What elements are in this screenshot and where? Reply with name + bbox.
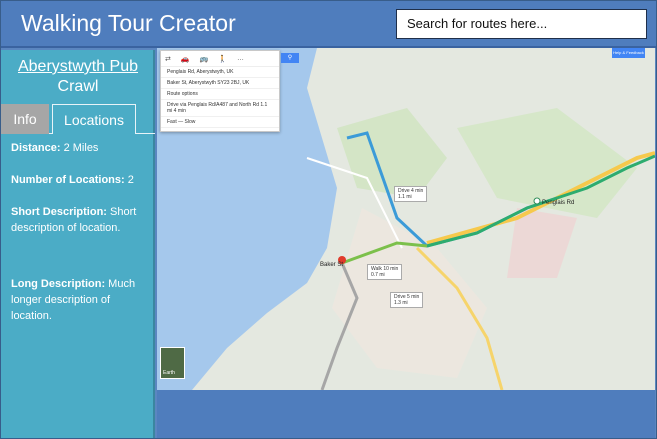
- long-description-row: Long Description: Much longer descriptio…: [11, 276, 149, 324]
- short-description-row: Short Description: Short description of …: [11, 204, 149, 236]
- destination-field[interactable]: Baker St, Aberystwyth SY23 2BJ, UK: [161, 78, 279, 89]
- route-sidebar: Aberystwyth Pub Crawl Info Locations Dis…: [1, 50, 155, 438]
- directions-search-button[interactable]: ⚲: [281, 53, 299, 63]
- route-details: Distance: 2 Miles Number of Locations: 2…: [11, 140, 149, 324]
- short-description-label: Short Description:: [11, 206, 107, 218]
- penglais-rd-label: Penglais Rd: [542, 200, 574, 206]
- search-icon: ⚲: [287, 55, 293, 61]
- num-locations-value: 2: [127, 174, 134, 186]
- drive-4min-callout: Drive 4 min 1.1 mi: [394, 186, 428, 202]
- num-locations-row: Number of Locations: 2: [11, 172, 149, 188]
- sidebar-tabs: Info Locations: [1, 104, 155, 134]
- walk-10min-dist: 0.7 mi: [371, 272, 385, 278]
- route-summary: Drive via Penglais Rd/A487 and North Rd …: [161, 100, 279, 117]
- earth-view-toggle[interactable]: Earth: [160, 347, 185, 379]
- car-icon[interactable]: 🚗: [181, 55, 190, 63]
- bus-icon[interactable]: 🚌: [200, 55, 209, 63]
- distance-label: Distance:: [11, 142, 61, 154]
- directions-panel: ⇄ 🚗 🚌 🚶 … Penglais Rd, Aberystwyth, UK B…: [160, 50, 280, 132]
- long-description-label: Long Description:: [11, 278, 106, 290]
- earth-label: Earth: [163, 370, 175, 376]
- directions-icon[interactable]: ⇄: [165, 55, 171, 63]
- route-options-link[interactable]: Route options: [161, 89, 279, 100]
- walk-10min-callout: Walk 10 min 0.7 mi: [367, 264, 403, 280]
- app-title: Walking Tour Creator: [21, 10, 236, 36]
- tab-locations[interactable]: Locations: [52, 104, 136, 134]
- distance-row: Distance: 2 Miles: [11, 140, 149, 156]
- distance-value: 2 Miles: [63, 142, 99, 154]
- help-feedback-button[interactable]: Help & Feedback: [612, 48, 645, 58]
- walk-icon[interactable]: 🚶: [218, 55, 227, 63]
- route-search-input[interactable]: Search for routes here...: [396, 9, 647, 39]
- baker-st-label: Baker St: [320, 262, 343, 268]
- app-header: Walking Tour Creator Search for routes h…: [1, 1, 656, 48]
- route-name-link[interactable]: Aberystwyth Pub: [1, 57, 155, 77]
- traffic-legend: Fast — Slow: [161, 117, 279, 128]
- drive-5min-dist: 1.3 mi: [394, 300, 408, 306]
- origin-marker[interactable]: [533, 197, 541, 205]
- route-time: 4 min: [173, 108, 186, 114]
- drive-5min-callout: Drive 5 min 1.3 mi: [390, 292, 424, 308]
- travel-modes: ⇄ 🚗 🚌 🚶 …: [161, 51, 279, 67]
- more-icon[interactable]: …: [237, 55, 244, 62]
- route-name-rest: Crawl: [57, 78, 99, 95]
- tab-info[interactable]: Info: [1, 104, 49, 134]
- map-footer-strip: [157, 390, 655, 438]
- drive-4min-dist: 1.1 mi: [398, 194, 412, 200]
- route-title: Aberystwyth Pub Crawl: [1, 57, 155, 97]
- num-locations-label: Number of Locations:: [11, 174, 125, 186]
- origin-field[interactable]: Penglais Rd, Aberystwyth, UK: [161, 67, 279, 78]
